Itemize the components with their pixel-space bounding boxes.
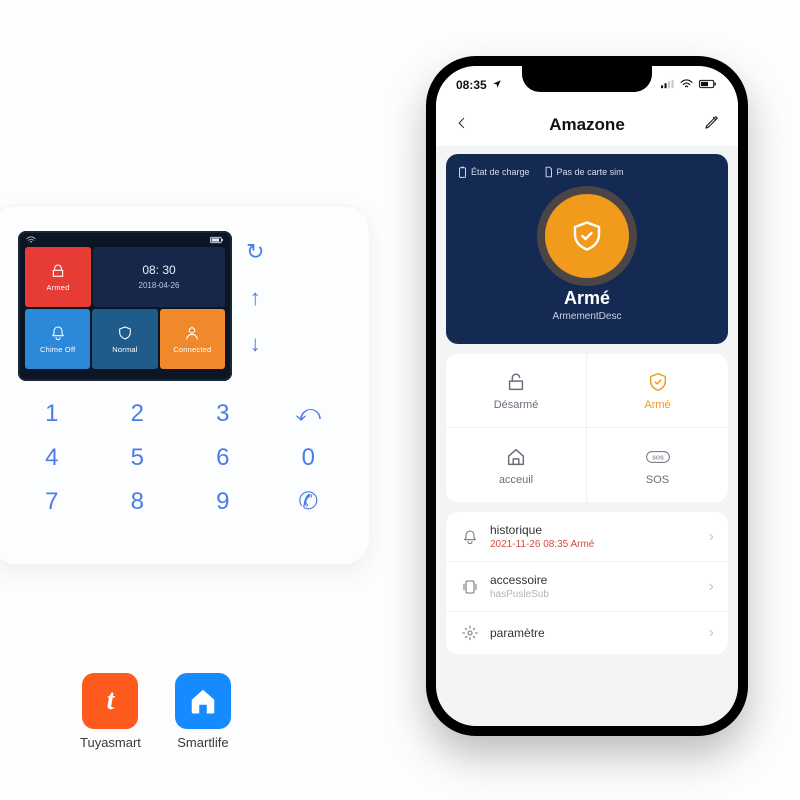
keypad-8[interactable]: 8	[106, 485, 170, 519]
row-history[interactable]: historique 2021-11-26 08:35 Armé ›	[446, 512, 728, 562]
app-header: Amazone	[436, 104, 738, 146]
shield-outline-icon	[116, 324, 134, 342]
action-arm-label: Armé	[644, 399, 670, 411]
phone-mockup: 08:35 Amazone	[426, 56, 748, 736]
action-grid: Désarmé Armé acceuil SOS SOS	[446, 354, 728, 502]
up-key[interactable]: ↑	[250, 285, 261, 311]
bell-off-icon	[49, 324, 67, 342]
action-sos-label: SOS	[646, 474, 669, 486]
wifi-icon	[26, 236, 36, 246]
hero-subtitle: ArmementDesc	[458, 311, 716, 322]
battery-icon	[698, 79, 718, 92]
app-title: Amazone	[549, 115, 625, 135]
row-history-label: historique	[490, 523, 699, 537]
panel-time: 08: 30	[142, 264, 175, 278]
keypad-6[interactable]: 6	[191, 441, 255, 475]
location-arrow-icon	[492, 78, 502, 92]
sim-status-label: Pas de carte sim	[557, 167, 624, 177]
armed-badge[interactable]	[545, 194, 629, 278]
shield-check-icon	[646, 370, 670, 394]
svg-text:SOS: SOS	[652, 455, 664, 461]
panel-lcd: Armed 08: 30 2018-04-26 Chime Off	[18, 231, 232, 381]
keypad-4[interactable]: 4	[20, 441, 84, 475]
sync-key[interactable]: ↻	[246, 239, 264, 265]
panel-date: 2018-04-26	[139, 281, 180, 290]
wifi-icon	[680, 79, 693, 92]
device-icon	[460, 577, 480, 597]
person-icon	[183, 324, 201, 342]
tile-datetime: 08: 30 2018-04-26	[93, 247, 225, 307]
action-arm[interactable]: Armé	[587, 354, 728, 428]
status-hero: État de charge Pas de carte sim Armé Arm…	[446, 154, 728, 344]
action-home-label: acceuil	[499, 474, 533, 486]
tile-chime-label: Chime Off	[40, 345, 75, 354]
hero-title: Armé	[458, 288, 716, 309]
keypad-2[interactable]: 2	[106, 397, 170, 431]
brand-tuya: t Tuyasmart	[80, 673, 141, 750]
tuya-icon: t	[82, 673, 138, 729]
menu-list: historique 2021-11-26 08:35 Armé › acces…	[446, 512, 728, 654]
action-disarm-label: Désarmé	[494, 399, 539, 411]
tile-connected-label: Connected	[173, 345, 211, 354]
home-icon	[504, 445, 528, 469]
smartlife-icon	[175, 673, 231, 729]
tile-connected[interactable]: Connected	[160, 309, 225, 369]
tile-armed[interactable]: Armed	[25, 247, 91, 307]
keypad-call[interactable]: ✆	[277, 485, 341, 519]
chevron-right-icon: ›	[709, 528, 714, 546]
action-disarm[interactable]: Désarmé	[446, 354, 587, 428]
action-sos[interactable]: SOS SOS	[587, 428, 728, 502]
panel-side-keys: ↻ ↑ ↓	[246, 231, 264, 381]
row-accessory-sub: hasPusleSub	[490, 589, 699, 600]
row-settings[interactable]: paramètre ›	[446, 612, 728, 654]
cell-signal-icon	[661, 79, 675, 92]
sim-status: Pas de carte sim	[544, 166, 624, 178]
sos-icon: SOS	[646, 445, 670, 469]
keypad-3[interactable]: 3	[191, 397, 255, 431]
down-key[interactable]: ↓	[250, 331, 261, 357]
back-button[interactable]	[450, 114, 474, 137]
charge-status-label: État de charge	[471, 167, 530, 177]
keypad-9[interactable]: 9	[191, 485, 255, 519]
unlock-icon	[504, 370, 528, 394]
bell-icon	[460, 527, 480, 547]
keypad-5[interactable]: 5	[106, 441, 170, 475]
tile-normal[interactable]: Normal	[92, 309, 157, 369]
keypad-1[interactable]: 1	[20, 397, 84, 431]
keypad-7[interactable]: 7	[20, 485, 84, 519]
keypad-back[interactable]: ⤺	[277, 397, 341, 431]
chevron-right-icon: ›	[709, 624, 714, 642]
brand-smartlife: Smartlife	[175, 673, 231, 750]
keypad: 1 2 3 ⤺ 4 5 6 0 7 8 9 ✆	[18, 397, 342, 519]
lock-icon	[49, 262, 67, 280]
tuya-label: Tuyasmart	[80, 735, 141, 750]
row-history-sub: 2021-11-26 08:35 Armé	[490, 539, 699, 550]
row-settings-label: paramètre	[490, 626, 699, 640]
charge-status: État de charge	[458, 166, 530, 178]
gear-icon	[460, 623, 480, 643]
edit-button[interactable]	[700, 113, 724, 137]
ios-time: 08:35	[456, 78, 487, 92]
brand-badges: t Tuyasmart Smartlife	[80, 673, 231, 750]
tile-normal-label: Normal	[112, 345, 137, 354]
phone-notch	[522, 66, 652, 92]
alarm-panel-device: Armed 08: 30 2018-04-26 Chime Off	[0, 205, 370, 565]
battery-icon	[210, 236, 224, 246]
tile-armed-label: Armed	[46, 283, 69, 292]
action-home[interactable]: acceuil	[446, 428, 587, 502]
smartlife-label: Smartlife	[177, 735, 228, 750]
chevron-right-icon: ›	[709, 578, 714, 596]
keypad-0[interactable]: 0	[277, 441, 341, 475]
row-accessory-label: accessoire	[490, 573, 699, 587]
lcd-status-bar	[24, 236, 226, 246]
tile-chime[interactable]: Chime Off	[25, 309, 90, 369]
row-accessory[interactable]: accessoire hasPusleSub ›	[446, 562, 728, 612]
